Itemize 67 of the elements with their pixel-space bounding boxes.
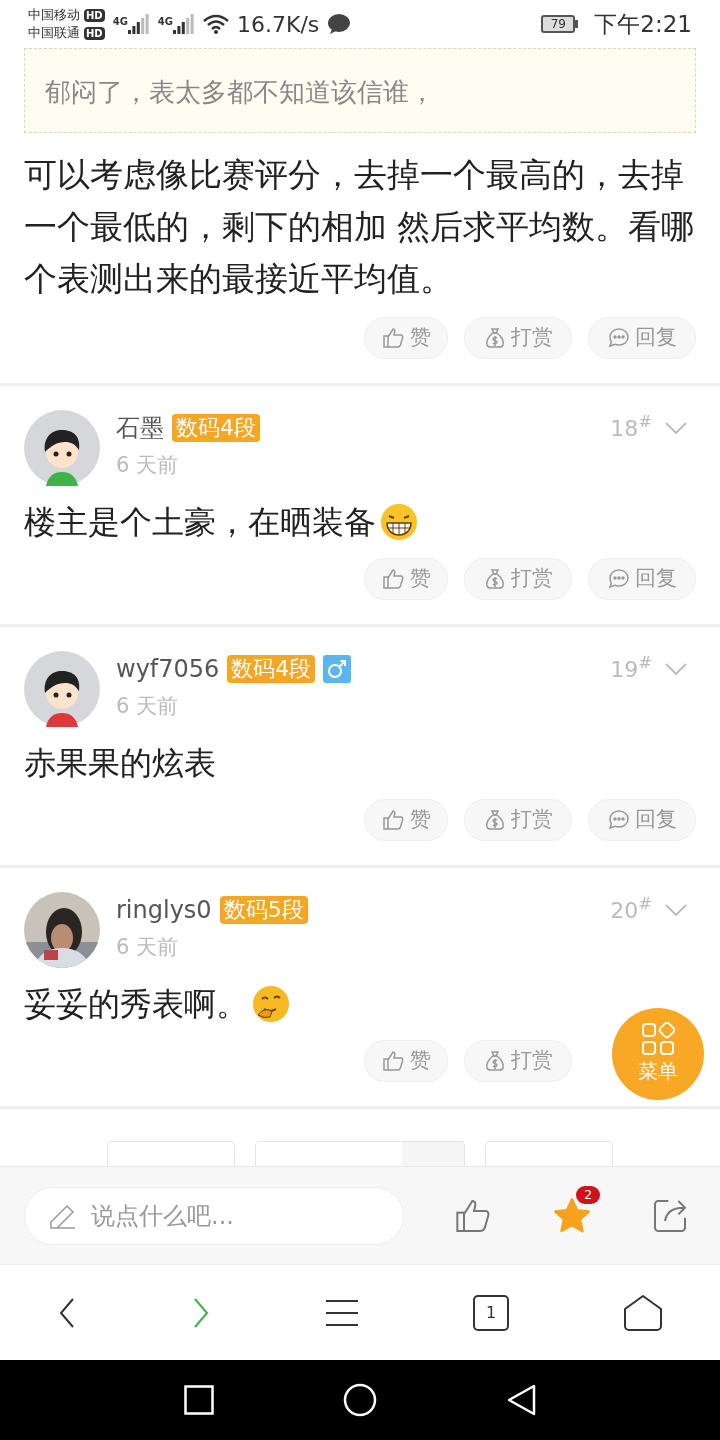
money-bag-icon — [483, 326, 507, 350]
post-time: 6 天前 — [116, 693, 180, 720]
recents-icon[interactable] — [184, 1385, 215, 1415]
home-circle-icon[interactable] — [343, 1383, 377, 1417]
level-tag: 数码5段 — [219, 896, 308, 924]
home-icon[interactable] — [623, 1293, 663, 1332]
quoted-text: 郁闷了，表太多都不知道该信谁， — [45, 76, 436, 109]
username[interactable]: wyf7056 — [116, 651, 220, 687]
level-tag: 数码4段 — [172, 414, 260, 442]
reply-button[interactable]: 回复 — [588, 558, 696, 600]
smirking-emoji-icon — [252, 985, 290, 1023]
money-bag-icon — [483, 808, 507, 832]
post-text: 可以考虑像比赛评分，去掉一个最高的，去掉一个最低的，剩下的相加 然后求平均数。看哪个表测出来的最接近平均值。 — [23, 154, 696, 300]
reward-button[interactable]: 打赏 — [464, 317, 572, 359]
floor-number: 19$^{#}$ — [610, 652, 652, 684]
like-button[interactable]: 赞 — [364, 799, 448, 841]
username[interactable]: 石墨 — [116, 410, 164, 446]
like-button[interactable]: 赞 — [364, 317, 448, 359]
reply-button[interactable]: 回复 — [588, 317, 696, 359]
speech-bubble-icon — [607, 567, 631, 591]
like-button[interactable]: 赞 — [364, 1040, 448, 1082]
thumbs-up-icon — [381, 808, 406, 832]
reward-button[interactable]: 打赏 — [464, 1040, 572, 1082]
back-triangle-icon[interactable] — [505, 1384, 536, 1416]
post-time: 6 天前 — [116, 452, 180, 479]
carrier-name: 中国联通 — [28, 24, 80, 42]
battery-icon: 79 — [541, 15, 576, 33]
signal-icon — [127, 14, 150, 34]
hd-tag: HD — [84, 26, 105, 40]
male-icon — [323, 655, 352, 683]
clock: 下午2:21 — [594, 9, 692, 39]
thumbs-up-icon — [381, 567, 406, 591]
wifi-icon — [203, 14, 229, 34]
carrier-name: 中国移动 — [28, 6, 80, 24]
count-badge: 2 — [576, 1185, 601, 1204]
thumbs-up-icon — [381, 326, 406, 350]
money-bag-icon — [483, 567, 507, 591]
avatar-icon — [24, 651, 100, 727]
network-type: 4G — [112, 15, 128, 29]
username[interactable]: ringlys0 — [116, 892, 212, 928]
reply-button[interactable]: 回复 — [588, 799, 696, 841]
tabs-button[interactable]: 1 — [473, 1294, 509, 1331]
menu-button[interactable]: 菜单 — [612, 1008, 704, 1100]
grinning-emoji-icon — [380, 503, 418, 541]
grid-icon — [641, 1022, 675, 1056]
floor-number: 18$^{#}$ — [610, 411, 652, 443]
floor-number: 20$^{#}$ — [610, 893, 652, 925]
speech-bubble-icon — [607, 326, 631, 350]
like-button[interactable]: 赞 — [364, 558, 448, 600]
chat-bubble-icon — [327, 13, 352, 35]
network-speed: 16.7K/s — [237, 10, 320, 39]
comment-text: 妥妥的秀表啊。 — [24, 984, 248, 1025]
level-tag: 数码4段 — [227, 655, 316, 683]
money-bag-icon — [483, 1049, 507, 1073]
avatar-icon — [24, 410, 100, 486]
comment-input[interactable]: 说点什么吧... — [24, 1186, 404, 1245]
post-time: 6 天前 — [116, 934, 180, 961]
thumbs-up-icon — [381, 1049, 406, 1073]
speech-bubble-icon — [607, 808, 631, 832]
signal-icon — [173, 14, 195, 34]
comment-text: 楼主是个土豪，在晒装备 — [24, 502, 376, 543]
reward-button[interactable]: 打赏 — [464, 558, 572, 600]
reward-button[interactable]: 打赏 — [464, 799, 572, 841]
hd-tag: HD — [84, 8, 105, 22]
menu-icon[interactable] — [325, 1298, 359, 1327]
comment-text: 赤果果的炫表 — [24, 743, 216, 784]
network-type: 4G — [157, 15, 173, 29]
